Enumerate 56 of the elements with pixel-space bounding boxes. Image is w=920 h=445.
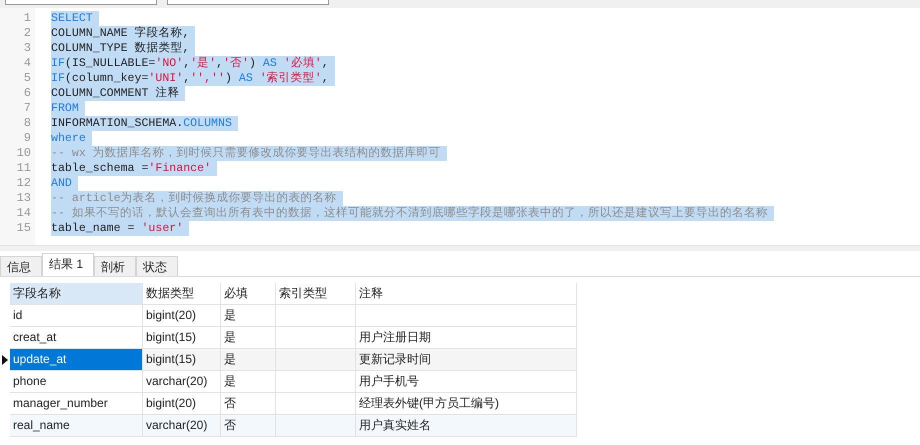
column-header[interactable]: 字段名称 [10,283,143,305]
table-cell[interactable] [276,305,356,327]
column-header[interactable]: 索引类型 [276,283,356,305]
line-number: 8 [22,116,32,131]
line-number: 6 [22,86,32,101]
table-cell[interactable] [356,305,577,327]
table-cell[interactable]: manager_number [10,393,143,415]
editor-tab[interactable] [167,0,329,5]
line-number: 13 [16,191,32,206]
table-cell[interactable]: bigint(20) [143,393,221,415]
table-cell[interactable]: id [10,305,143,327]
line-number: 12 [16,176,32,191]
table-cell[interactable]: phone [10,371,143,393]
table-cell[interactable]: varchar(20) [143,371,221,393]
line-number: 3 [22,41,32,56]
table-cell[interactable]: bigint(20) [143,305,221,327]
line-number: 11 [16,161,32,176]
table-cell[interactable]: bigint(15) [143,349,221,371]
table-cell[interactable] [276,393,356,415]
line-number: 1 [22,11,32,26]
line-number: 9 [22,131,32,146]
table-cell[interactable] [276,327,356,349]
table-cell[interactable]: bigint(15) [143,327,221,349]
table-cell[interactable]: 否 [221,415,276,437]
result-tab[interactable]: 状态 [136,256,178,276]
table-cell[interactable]: update_at [10,349,143,371]
result-tab[interactable]: 信息 [0,256,42,276]
line-number: 4 [22,56,32,71]
column-header[interactable]: 注释 [356,283,577,305]
table-cell[interactable]: 是 [221,327,276,349]
table-cell[interactable] [276,371,356,393]
line-number: 10 [16,146,32,161]
column-header[interactable]: 数据类型 [143,283,221,305]
line-number: 7 [22,101,32,116]
table-cell[interactable]: 更新记录时间 [356,349,577,371]
table-cell[interactable]: 用户真实姓名 [356,415,577,437]
table-cell[interactable]: 是 [221,371,276,393]
table-cell[interactable]: varchar(20) [143,415,221,437]
table-cell[interactable]: real_name [10,415,143,437]
line-number: 14 [16,206,32,221]
table-cell[interactable]: 用户注册日期 [356,327,577,349]
table-cell[interactable] [276,349,356,371]
line-number: 5 [22,71,32,86]
result-tab[interactable]: 结果 1 [42,253,94,276]
table-cell[interactable]: 是 [221,305,276,327]
result-tab[interactable]: 剖析 [94,256,136,276]
table-cell[interactable]: 用户手机号 [356,371,577,393]
table-cell[interactable]: 否 [221,393,276,415]
column-header[interactable]: 必填 [221,283,276,305]
table-cell[interactable] [276,415,356,437]
table-cell[interactable]: 是 [221,349,276,371]
table-cell[interactable]: 经理表外键(甲方员工编号) [356,393,577,415]
table-cell[interactable]: creat_at [10,327,143,349]
editor-tab[interactable] [5,0,157,5]
line-number: 15 [16,221,32,236]
line-number: 2 [22,26,32,41]
